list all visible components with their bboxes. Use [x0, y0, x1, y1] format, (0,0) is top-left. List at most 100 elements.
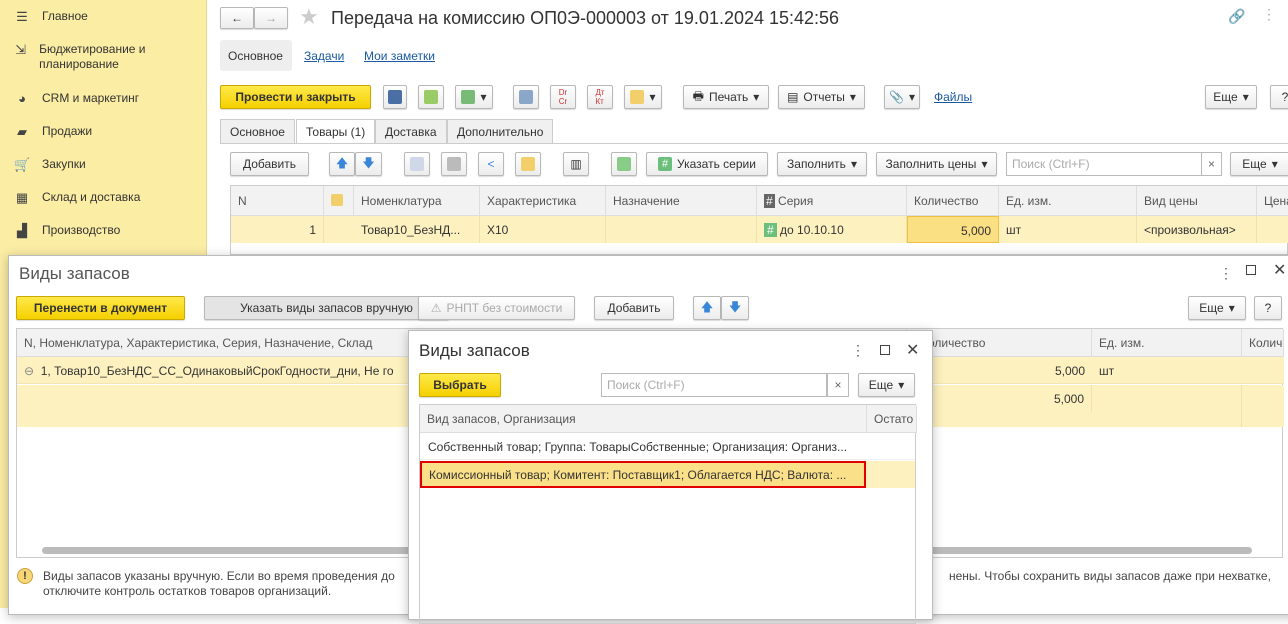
rnpt-button[interactable]: ⚠ РНПТ без стоимости	[418, 296, 575, 320]
menu-dots-icon[interactable]: ⋮	[1219, 265, 1233, 282]
maximize-icon[interactable]	[880, 345, 890, 355]
post-icon[interactable]	[418, 85, 444, 109]
barcode-icon[interactable]: ▥	[563, 152, 589, 176]
add-row-button[interactable]: Добавить	[230, 152, 309, 176]
column-header[interactable]: Назначение	[606, 186, 757, 216]
sidebar-item-purchases[interactable]: 🛒 Закупки	[14, 157, 194, 172]
nav-tab-main[interactable]: Основное	[220, 40, 292, 71]
search-clear-button[interactable]: ×	[1201, 152, 1222, 176]
column-header-stock-icon[interactable]	[324, 186, 354, 216]
stock-kind-list: Вид запасов, Организация Остато Собствен…	[419, 404, 917, 624]
table-row[interactable]: 1 Товар10_БезНД... X10 # до 10.10.10 5,0…	[231, 216, 1288, 243]
specify-series-button[interactable]: # Указать серии	[646, 152, 768, 176]
structure-icon[interactable]: ▾	[624, 85, 662, 109]
move-up-icon[interactable]: 🡅	[329, 152, 355, 176]
warning-text-line1-end: нены. Чтобы сохранить виды запасов даже …	[949, 569, 1271, 583]
column-header[interactable]: Ед. изм.	[1092, 329, 1242, 357]
column-header[interactable]: Колич	[1242, 329, 1284, 357]
dt-kt-icon[interactable]: Дт Кт	[587, 85, 613, 109]
warehouse-icon: ▦	[15, 190, 29, 205]
files-link[interactable]: Файлы	[934, 90, 972, 104]
more-button[interactable]: Еще ▾	[1188, 296, 1246, 320]
column-header[interactable]: Цена	[1257, 186, 1288, 216]
menu-dots-icon[interactable]: ⋮	[851, 342, 865, 359]
cell-unit	[1092, 385, 1242, 427]
cell-quantity[interactable]: 5,000	[907, 216, 999, 243]
list-item[interactable]: Собственный товар; Группа: ТоварыСобстве…	[420, 433, 915, 460]
help-button[interactable]: ?	[1254, 296, 1282, 320]
column-header[interactable]: Ед. изм.	[999, 186, 1137, 216]
search-clear-button[interactable]: ×	[827, 373, 849, 397]
sidebar-item-label: Склад и доставка	[42, 190, 141, 204]
more-button[interactable]: Еще ▾	[858, 373, 915, 397]
move-down-icon[interactable]: 🡇	[721, 296, 749, 320]
create-based-on-icon[interactable]: ▾	[455, 85, 493, 109]
attach-button[interactable]: 📎 ▾	[884, 85, 920, 109]
tab-additional[interactable]: Дополнительно	[447, 119, 554, 144]
more-button[interactable]: Еще ▾	[1205, 85, 1257, 109]
column-header[interactable]: Вид запасов, Организация	[420, 405, 867, 433]
close-icon[interactable]: ✕	[1273, 260, 1286, 280]
nav-tab-notes[interactable]: Мои заметки	[364, 49, 435, 63]
maximize-icon[interactable]	[1246, 265, 1256, 275]
list-icon[interactable]	[513, 85, 539, 109]
sidebar-item-production[interactable]: ▟ Производство	[14, 223, 194, 238]
paste-icon[interactable]	[441, 152, 467, 176]
print-button[interactable]: 🖶 Печать ▾	[683, 85, 769, 109]
tab-main[interactable]: Основное	[220, 119, 295, 144]
column-header[interactable]: Номенклатура	[354, 186, 480, 216]
sidebar-item-crm[interactable]: ◕ CRM и маркетинг	[14, 91, 194, 106]
back-button[interactable]: ←	[220, 7, 254, 29]
fill-button[interactable]: Заполнить ▾	[777, 152, 867, 176]
column-header[interactable]: Количество	[907, 329, 1092, 357]
forward-button[interactable]: →	[254, 7, 288, 29]
column-header[interactable]: N	[231, 186, 324, 216]
menu-dots-icon[interactable]: ⋮	[1262, 6, 1276, 23]
help-button[interactable]: ?	[1270, 85, 1288, 109]
specify-manually-button[interactable]: Указать виды запасов вручную	[204, 296, 449, 320]
reports-button[interactable]: ▤ Отчеты ▾	[778, 85, 865, 109]
cell-quantity: 5,000	[1054, 364, 1085, 378]
sidebar-item-budget[interactable]: ⇲ Бюджетирование и планирование	[14, 42, 194, 72]
column-header[interactable]: Вид цены	[1137, 186, 1257, 216]
check-table-icon[interactable]	[611, 152, 637, 176]
save-icon[interactable]	[383, 85, 407, 109]
report-icon: ▤	[787, 90, 799, 104]
search-input[interactable]: Поиск (Ctrl+F)	[1006, 152, 1202, 176]
favorite-star-icon[interactable]: ★	[299, 4, 319, 30]
copy-icon[interactable]	[404, 152, 430, 176]
cart-icon: 🛒	[14, 157, 31, 172]
fill-prices-button[interactable]: Заполнить цены ▾	[876, 152, 997, 176]
warning-icon: ⚠	[430, 301, 442, 315]
post-and-close-button[interactable]: Провести и закрыть	[220, 85, 371, 109]
transfer-to-document-button[interactable]: Перенести в документ	[16, 296, 185, 320]
cell-nomenclature: ⊖ 1, Товар10_БезНДС_СС_ОдинаковыйСрокГод…	[17, 357, 417, 384]
move-up-icon[interactable]: 🡅	[693, 296, 721, 320]
nav-tab-tasks[interactable]: Задачи	[304, 49, 344, 63]
sidebar-item-warehouse[interactable]: ▦ Склад и доставка	[14, 190, 194, 205]
search-input[interactable]: Поиск (Ctrl+F)	[601, 373, 827, 397]
table-more-button[interactable]: Еще ▾	[1230, 152, 1288, 176]
select-button[interactable]: Выбрать	[419, 373, 501, 397]
series-icon: #	[764, 194, 775, 208]
stock-kind-icon[interactable]	[515, 152, 541, 176]
column-header[interactable]: Количество	[907, 186, 999, 216]
tab-goods[interactable]: Товары (1)	[296, 119, 376, 144]
dr-cr-icon[interactable]: Dr Cr	[550, 85, 576, 109]
sidebar-item-sales[interactable]: ▰ Продажи	[14, 124, 194, 139]
factory-icon: ▟	[17, 223, 27, 238]
column-label: Серия	[778, 194, 814, 208]
column-header[interactable]: Остато	[867, 405, 917, 433]
tab-delivery[interactable]: Доставка	[375, 119, 447, 144]
column-header[interactable]: # Серия	[757, 186, 907, 216]
add-button[interactable]: Добавить	[594, 296, 674, 320]
link-icon[interactable]: 🔗	[1228, 8, 1245, 25]
collapse-icon[interactable]: ⊖	[24, 364, 34, 378]
close-icon[interactable]: ✕	[906, 340, 919, 360]
move-down-icon[interactable]: 🡇	[355, 152, 382, 176]
page-title: Передача на комиссию ОП0Э-000003 от 19.0…	[331, 8, 840, 28]
list-item-selected[interactable]: Комиссионный товар; Комитент: Поставщик1…	[420, 461, 915, 488]
column-header[interactable]: Характеристика	[480, 186, 606, 216]
sidebar-item-main[interactable]: ☰ Главное	[14, 9, 194, 24]
split-icon[interactable]: <	[478, 152, 504, 176]
